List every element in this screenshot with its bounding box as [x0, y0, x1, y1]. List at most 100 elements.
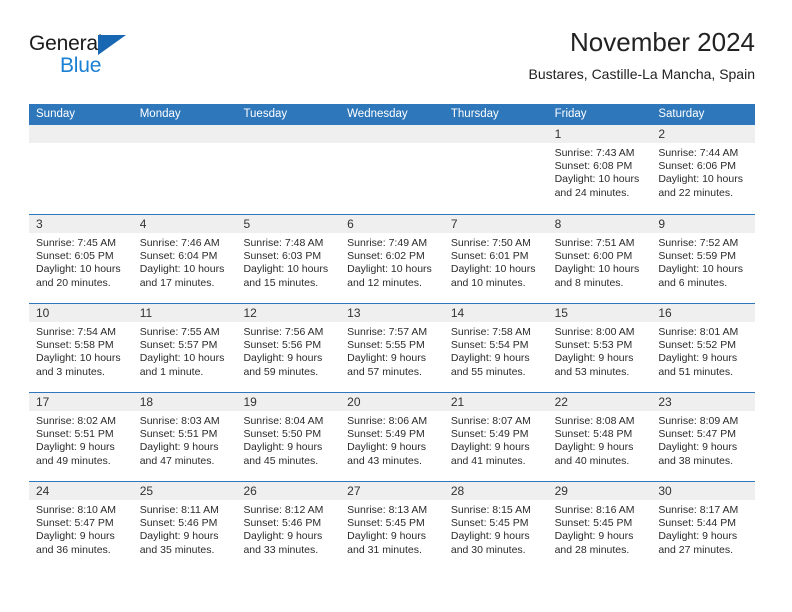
daylight-duration-line2: and 28 minutes.: [554, 543, 630, 556]
day-details: Sunrise: 8:00 AM Sunset: 5:53 PM Daylight:…: [548, 322, 652, 379]
day-details: Sunrise: 8:04 AM Sunset: 5:50 PM Daylight:…: [236, 411, 340, 468]
day-number-band: 9: [651, 215, 756, 233]
daylight-duration-line2: and 17 minutes.: [139, 276, 215, 289]
generalblue-logo[interactable]: General Blue: [29, 32, 149, 80]
day-cell[interactable]: 16 Sunrise: 8:01 AM Sunset: 5:52 PM Dayligh…: [651, 304, 756, 392]
day-details: Sunrise: 8:09 AM Sunset: 5:47 PM Daylight:…: [651, 411, 755, 468]
daylight-duration-line2: and 12 minutes.: [347, 276, 422, 289]
day-cell[interactable]: 10 Sunrise: 7:54 AM Sunset: 5:58 PM Dayligh…: [29, 304, 133, 392]
sunrise-time: Sunrise: 7:54 AM: [36, 326, 116, 338]
day-cell[interactable]: 26 Sunrise: 8:12 AM Sunset: 5:46 PM Dayligh…: [236, 482, 341, 570]
day-cell[interactable]: 20 Sunrise: 8:06 AM Sunset: 5:49 PM Dayligh…: [340, 393, 444, 481]
day-cell[interactable]: 13 Sunrise: 7:57 AM Sunset: 5:55 PM Dayligh…: [340, 304, 444, 392]
day-cell[interactable]: 25 Sunrise: 8:11 AM Sunset: 5:46 PM Dayligh…: [132, 482, 237, 570]
day-cell[interactable]: 4 Sunrise: 7:46 AM Sunset: 6:04 PM Daylight…: [132, 215, 237, 303]
day-cell[interactable]: 21 Sunrise: 8:07 AM Sunset: 5:49 PM Dayligh…: [443, 393, 548, 481]
day-cell[interactable]: 19 Sunrise: 8:04 AM Sunset: 5:50 PM Dayligh…: [236, 393, 341, 481]
day-cell[interactable]: 24 Sunrise: 8:10 AM Sunset: 5:47 PM Dayligh…: [29, 482, 133, 570]
day-cell[interactable]: 3 Sunrise: 7:45 AM Sunset: 6:05 PM Daylight…: [29, 215, 133, 303]
day-details: Sunrise: 7:46 AM Sunset: 6:04 PM Daylight:…: [133, 233, 237, 290]
daylight-duration-line2: and 8 minutes.: [554, 276, 624, 289]
weekday-header-saturday: Saturday: [658, 108, 705, 120]
day-cell[interactable]: 22 Sunrise: 8:08 AM Sunset: 5:48 PM Dayligh…: [547, 393, 652, 481]
calendar-week-row: 17 Sunrise: 8:02 AM Sunset: 5:51 PM Dayligh…: [29, 392, 756, 481]
day-number-band: 14: [443, 304, 548, 322]
day-cell[interactable]: 30 Sunrise: 8:17 AM Sunset: 5:44 PM Dayligh…: [651, 482, 756, 570]
day-number-band: 30: [651, 482, 756, 500]
daylight-duration-line1: Daylight: 10 hours: [450, 263, 536, 276]
sunset-time: Sunset: 5:47 PM: [36, 517, 114, 530]
day-cell[interactable]: 9 Sunrise: 7:52 AM Sunset: 5:59 PM Daylight…: [651, 215, 756, 303]
day-cell[interactable]: 14 Sunrise: 7:58 AM Sunset: 5:54 PM Dayligh…: [443, 304, 548, 392]
day-number-band: 8: [547, 215, 652, 233]
day-cell[interactable]: 15 Sunrise: 8:00 AM Sunset: 5:53 PM Dayligh…: [547, 304, 652, 392]
daylight-duration-line2: and 15 minutes.: [243, 276, 319, 289]
sunrise-time: Sunrise: 8:03 AM: [139, 415, 220, 427]
day-cell[interactable]: 28 Sunrise: 8:15 AM Sunset: 5:45 PM Dayligh…: [443, 482, 548, 570]
day-cell[interactable]: 18 Sunrise: 8:03 AM Sunset: 5:51 PM Dayligh…: [132, 393, 237, 481]
day-number-band: 5: [236, 215, 341, 233]
daylight-duration-line1: Daylight: 9 hours: [554, 530, 634, 543]
day-number-band: 23: [651, 393, 756, 411]
day-number: 19: [243, 395, 257, 409]
day-details: Sunrise: 8:16 AM Sunset: 5:45 PM Daylight:…: [548, 500, 652, 557]
daylight-duration-line1: Daylight: 10 hours: [658, 263, 743, 276]
sunset-time: Sunset: 5:51 PM: [36, 428, 114, 441]
day-number: 16: [658, 306, 672, 320]
day-number: 18: [139, 395, 154, 409]
sunrise-time: Sunrise: 7:55 AM: [139, 326, 220, 338]
day-cell[interactable]: 5 Sunrise: 7:48 AM Sunset: 6:03 PM Daylight…: [236, 215, 341, 303]
day-number: 29: [554, 484, 568, 498]
daylight-duration-line2: and 6 minutes.: [658, 276, 728, 289]
sunset-time: Sunset: 5:59 PM: [658, 250, 736, 263]
day-cell[interactable]: 11 Sunrise: 7:55 AM Sunset: 5:57 PM Dayligh…: [132, 304, 237, 392]
day-cell[interactable]: 23 Sunrise: 8:09 AM Sunset: 5:47 PM Dayligh…: [651, 393, 756, 481]
day-number-band: 13: [340, 304, 444, 322]
day-details: Sunrise: 7:50 AM Sunset: 6:01 PM Daylight:…: [444, 233, 548, 290]
day-cell[interactable]: 17 Sunrise: 8:02 AM Sunset: 5:51 PM Dayligh…: [29, 393, 133, 481]
sunset-time: Sunset: 6:03 PM: [243, 250, 322, 263]
daylight-duration-line2: and 49 minutes.: [36, 454, 111, 467]
day-number-band: 1: [547, 125, 652, 143]
day-cell[interactable]: 12 Sunrise: 7:56 AM Sunset: 5:56 PM Dayligh…: [236, 304, 341, 392]
calendar-page: General Blue November 2024 Bustares, Cas…: [0, 0, 792, 612]
day-number: 10: [36, 306, 50, 320]
day-cell[interactable]: 1 Sunrise: 7:43 AM Sunset: 6:08 PM Daylight…: [547, 125, 652, 214]
daylight-duration-line2: and 59 minutes.: [243, 365, 319, 378]
day-number-band: 28: [443, 482, 548, 500]
day-details: Sunrise: 8:01 AM Sunset: 5:52 PM Daylight:…: [651, 322, 755, 379]
day-cell[interactable]: 2 Sunrise: 7:44 AM Sunset: 6:06 PM Daylight…: [651, 125, 756, 214]
calendar-weeks: 1 Sunrise: 7:43 AM Sunset: 6:08 PM Daylight…: [29, 125, 756, 570]
day-details: Sunrise: 8:06 AM Sunset: 5:49 PM Daylight:…: [340, 411, 444, 468]
day-number-band: 29: [547, 482, 652, 500]
sunset-time: Sunset: 6:05 PM: [36, 250, 114, 263]
day-number: 15: [554, 306, 568, 320]
calendar-week-row: 10 Sunrise: 7:54 AM Sunset: 5:58 PM Dayligh…: [29, 303, 756, 392]
day-number: 5: [243, 217, 251, 231]
day-cell[interactable]: 6 Sunrise: 7:49 AM Sunset: 6:02 PM Daylight…: [340, 215, 444, 303]
logo-text-blue: Blue: [60, 54, 102, 77]
day-cell[interactable]: 29 Sunrise: 8:16 AM Sunset: 5:45 PM Dayligh…: [547, 482, 652, 570]
day-number-band: 20: [340, 393, 444, 411]
daylight-duration-line1: Daylight: 9 hours: [450, 530, 530, 543]
sunrise-time: Sunrise: 8:10 AM: [36, 504, 116, 516]
daylight-duration-line2: and 45 minutes.: [243, 454, 319, 467]
daylight-duration-line2: and 10 minutes.: [450, 276, 526, 289]
day-number-band: 17: [29, 393, 133, 411]
day-details: Sunrise: 7:57 AM Sunset: 5:55 PM Daylight:…: [340, 322, 444, 379]
sunrise-time: Sunrise: 7:48 AM: [243, 237, 324, 249]
day-number-band: [29, 125, 133, 143]
sunrise-time: Sunrise: 8:08 AM: [554, 415, 635, 427]
daylight-duration-line2: and 3 minutes.: [36, 365, 105, 378]
day-details: Sunrise: 8:10 AM Sunset: 5:47 PM Daylight:…: [29, 500, 133, 557]
day-details: Sunrise: 7:45 AM Sunset: 6:05 PM Daylight:…: [29, 233, 133, 290]
sunrise-time: Sunrise: 8:04 AM: [243, 415, 324, 427]
day-cell[interactable]: 27 Sunrise: 8:13 AM Sunset: 5:45 PM Dayligh…: [340, 482, 444, 570]
daylight-duration-line1: Daylight: 9 hours: [347, 530, 426, 543]
day-details: Sunrise: 8:17 AM Sunset: 5:44 PM Daylight:…: [651, 500, 755, 557]
daylight-duration-line1: Daylight: 10 hours: [347, 263, 432, 276]
day-cell[interactable]: 8 Sunrise: 7:51 AM Sunset: 6:00 PM Daylight…: [547, 215, 652, 303]
day-number: 14: [450, 306, 465, 320]
day-cell[interactable]: 7 Sunrise: 7:50 AM Sunset: 6:01 PM Daylight…: [443, 215, 548, 303]
daylight-duration-line1: Daylight: 9 hours: [658, 441, 738, 454]
